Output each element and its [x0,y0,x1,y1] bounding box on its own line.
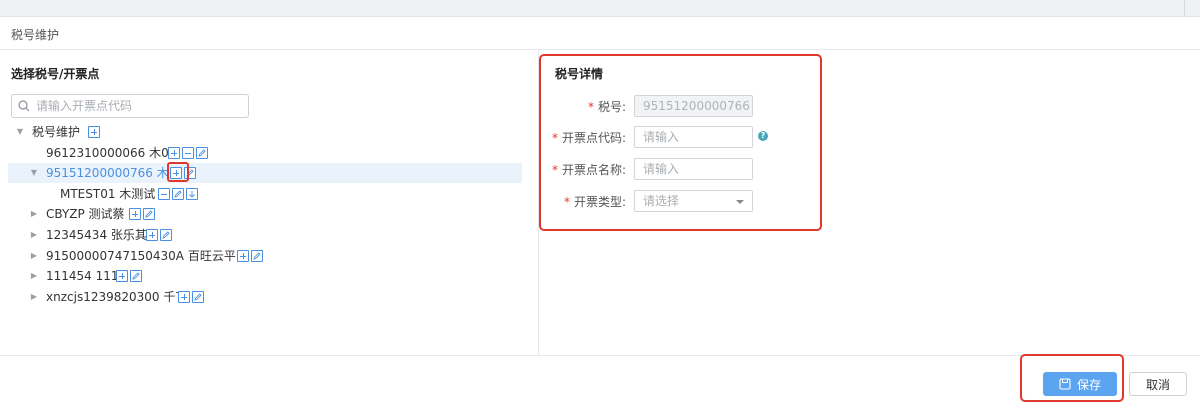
tree-node-label: MTEST01 木测试 [60,187,156,201]
billing-name-label-text: 开票点名称: [561,163,626,177]
tree-node-actions [237,250,263,262]
tree-root-actions [88,126,100,138]
tree-node-selected[interactable]: ▼ 95151200000766 木头 [8,163,522,183]
edit-icon[interactable] [196,147,208,159]
billing-type-row: * 开票类型: [540,190,626,212]
caret-down-icon[interactable]: ▼ [14,122,26,142]
add-icon[interactable] [88,126,100,138]
add-icon[interactable] [178,291,190,303]
billing-code-label-text: 开票点代码: [561,131,626,145]
required-mark: * [551,163,558,177]
caret-right-icon[interactable]: ▶ [28,204,40,224]
edit-icon[interactable] [160,229,172,241]
search-icon [18,100,30,112]
add-icon-highlight [167,162,189,182]
edit-icon[interactable] [192,291,204,303]
tree-node-label: 95151200000766 木头 [46,166,181,180]
remove-icon[interactable] [182,147,194,159]
tree-node-actions [146,229,172,241]
caret-right-icon[interactable]: ▶ [28,287,40,307]
tree-node-actions [178,291,204,303]
billing-name-input[interactable] [634,158,753,180]
billing-name-label: * 开票点名称: [552,161,626,178]
add-icon[interactable] [116,270,128,282]
cancel-button[interactable]: 取消 [1129,372,1187,396]
tax-number-input [634,95,753,117]
tree-node-label: xnzcjs1239820300 千丁 [46,290,188,304]
required-mark: * [587,100,594,114]
tax-number-row: * 税号: [540,95,626,117]
move-down-icon[interactable] [186,188,198,200]
dialog-title: 税号维护 [11,28,60,42]
caret-right-icon[interactable]: ▶ [28,246,40,266]
tax-number-label: * 税号: [588,98,626,115]
search-input[interactable] [36,97,241,115]
tree-node-actions [158,188,198,200]
top-band [0,0,1200,17]
add-icon[interactable] [129,208,141,220]
caret-right-icon[interactable]: ▶ [28,225,40,245]
caret-down-icon[interactable]: ▼ [28,163,40,183]
search-box[interactable] [11,94,249,118]
help-icon[interactable]: ? [758,131,768,141]
save-icon [1059,378,1071,390]
remove-icon[interactable] [158,188,170,200]
save-button-label: 保存 [1076,377,1101,392]
tree-node-label: 111454 111 [46,269,119,283]
edit-icon[interactable] [143,208,155,220]
required-mark: * [551,131,558,145]
chevron-down-icon[interactable] [736,200,744,204]
edit-icon[interactable] [130,270,142,282]
tree-node-actions [116,270,142,282]
tree-node-actions [168,147,208,159]
caret-right-icon[interactable]: ▶ [28,266,40,286]
tree-node-label: 91500000747150430A 百旺云平台 [46,249,248,263]
panel-heading: 选择税号/开票点 [11,67,100,81]
add-icon[interactable] [237,250,249,262]
tree-node-label: CBYZP 测试蔡 [46,207,125,221]
billing-code-label: * 开票点代码: [552,129,626,146]
top-band-separator [1184,0,1185,17]
edit-icon[interactable] [172,188,184,200]
tax-number-label-text: 税号: [597,100,626,114]
tree-root-label: 税号维护 [32,125,81,139]
tree-node-actions [129,208,155,220]
billing-code-input[interactable] [634,126,753,148]
billing-name-row: * 开票点名称: [540,158,626,180]
add-icon[interactable] [168,147,180,159]
detail-title: 税号详情 [555,67,604,81]
tree-node-label: 9612310000066 木04 [46,146,177,160]
billing-type-label-text: 开票类型: [573,195,626,209]
tree-node-label: 12345434 张乐其 [46,228,147,242]
billing-type-label: * 开票类型: [564,193,626,210]
save-button[interactable]: 保存 [1043,372,1117,396]
required-mark: * [563,195,570,209]
add-icon[interactable] [146,229,158,241]
billing-code-row: * 开票点代码: [540,126,626,148]
edit-icon[interactable] [251,250,263,262]
